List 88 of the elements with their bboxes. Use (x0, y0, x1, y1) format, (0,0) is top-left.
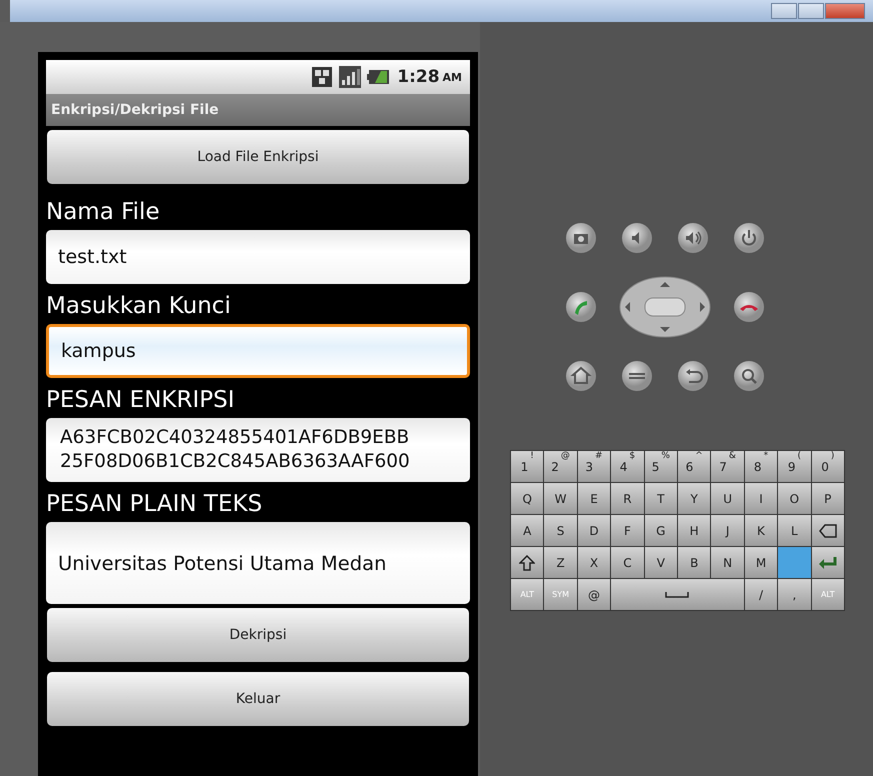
maximize-button[interactable] (798, 3, 824, 19)
keyboard-key[interactable]: K (744, 515, 778, 546)
keyboard-key[interactable]: @ (578, 579, 610, 610)
keyboard-key[interactable]: D (578, 515, 610, 546)
key-symbol: ( (797, 451, 801, 461)
shift-icon (519, 554, 536, 570)
delete-icon (818, 524, 837, 538)
key-symbol: # (595, 451, 603, 461)
data-network-icon (311, 66, 334, 88)
battery-icon (367, 67, 392, 87)
app-button[interactable]: Keluar (47, 672, 469, 726)
keyboard-key[interactable]: H (678, 515, 710, 546)
enter-key[interactable] (812, 547, 844, 578)
keyboard-key[interactable]: Z (544, 547, 577, 578)
keyboard-key[interactable]: 1 ! (511, 451, 544, 482)
input-field[interactable]: kampus (46, 324, 470, 378)
keyboard-key[interactable]: F (611, 515, 644, 546)
app-button[interactable]: Load File Enkripsi (47, 130, 469, 184)
key-symbol: @ (560, 451, 570, 461)
keyboard-key[interactable]: I (744, 483, 778, 514)
keyboard-key[interactable]: W (544, 483, 577, 514)
keyboard-key[interactable]: V (644, 547, 677, 578)
text-line: A63FCB02C40324855401AF6DB9EBB (60, 426, 410, 450)
keyboard-key[interactable]: U (711, 483, 744, 514)
clock-time: 1:28 (397, 67, 440, 87)
d-pad[interactable] (619, 276, 711, 338)
keyboard-key[interactable]: 6 ^ (678, 451, 710, 482)
keyboard-key[interactable]: Q (511, 483, 544, 514)
keyboard-key[interactable]: 9 ( (778, 451, 811, 482)
shift-key[interactable] (511, 547, 544, 578)
keyboard-key[interactable]: R (611, 483, 644, 514)
field-label: Masukkan Kunci (46, 292, 232, 320)
keyboard-key[interactable]: N (711, 547, 744, 578)
space-icon (665, 590, 690, 598)
key-symbol: ! (530, 451, 534, 461)
minimize-button[interactable] (771, 3, 797, 19)
keyboard-key[interactable]: O (778, 483, 811, 514)
key-symbol: % (661, 451, 670, 461)
back-icon[interactable] (677, 360, 709, 392)
keyboard-key[interactable]: , (778, 579, 811, 610)
keyboard-key[interactable]: X (578, 547, 610, 578)
delete-key[interactable] (812, 515, 844, 546)
keyboard-key[interactable]: P (812, 483, 844, 514)
keyboard-key[interactable]: A (511, 515, 544, 546)
keyboard-key[interactable]: E (578, 483, 610, 514)
field-label: Nama File (46, 198, 161, 226)
text-area[interactable]: Universitas Potensi Utama Medan (46, 522, 470, 604)
phone-icon[interactable] (565, 291, 597, 323)
keyboard-key[interactable]: 3 # (578, 451, 610, 482)
keyboard-key[interactable]: 0 ) (812, 451, 844, 482)
text-line: 25F08D06B1CB2C845AB6363AAF600 (60, 450, 410, 474)
keyboard-key[interactable]: 8 * (744, 451, 778, 482)
keyboard-key[interactable]: M (744, 547, 778, 578)
keyboard-key[interactable]: L (778, 515, 811, 546)
signal-icon (339, 66, 362, 88)
app-title: Enkripsi/Dekripsi File (46, 94, 470, 126)
volume-down-icon[interactable] (621, 222, 653, 254)
keyboard-key[interactable]: C (611, 547, 644, 578)
menu-icon[interactable] (621, 360, 653, 392)
keyboard-key[interactable]: 7 & (711, 451, 744, 482)
camera-icon[interactable] (565, 222, 597, 254)
key-symbol: & (728, 451, 736, 461)
key-symbol: ) (830, 451, 834, 461)
field-label: PESAN PLAIN TEKS (46, 490, 264, 518)
power-icon[interactable] (733, 222, 765, 254)
keyboard-key[interactable]: / (744, 579, 778, 610)
keyboard-key[interactable]: 5 % (644, 451, 677, 482)
key-symbol: ^ (695, 451, 703, 461)
key-symbol: * (764, 451, 768, 461)
app-button[interactable]: Dekripsi (47, 608, 469, 662)
text-area[interactable]: A63FCB02C40324855401AF6DB9EBB 25F08D06B1CB2C845AB6363AAF600 (46, 418, 470, 482)
keyboard-key[interactable]: 2 @ (544, 451, 577, 482)
hang-up-icon[interactable] (733, 291, 765, 323)
keyboard-key[interactable]: G (644, 515, 677, 546)
keyboard-key[interactable]: B (678, 547, 710, 578)
keyboard-key[interactable]: T (644, 483, 677, 514)
search-icon[interactable] (733, 360, 765, 392)
input-field[interactable]: test.txt (46, 230, 470, 284)
keyboard-key[interactable]: S (544, 515, 577, 546)
enter-icon (818, 556, 838, 570)
keyboard-key[interactable]: Y (678, 483, 710, 514)
keyboard-key[interactable]: 4 $ (611, 451, 644, 482)
field-label: PESAN ENKRIPSI (46, 386, 236, 414)
home-icon[interactable] (565, 360, 597, 392)
clock-meridiem: AM (442, 70, 462, 84)
key-symbol: $ (629, 451, 636, 461)
keyboard-key[interactable]: J (711, 515, 744, 546)
volume-up-icon[interactable] (677, 222, 709, 254)
